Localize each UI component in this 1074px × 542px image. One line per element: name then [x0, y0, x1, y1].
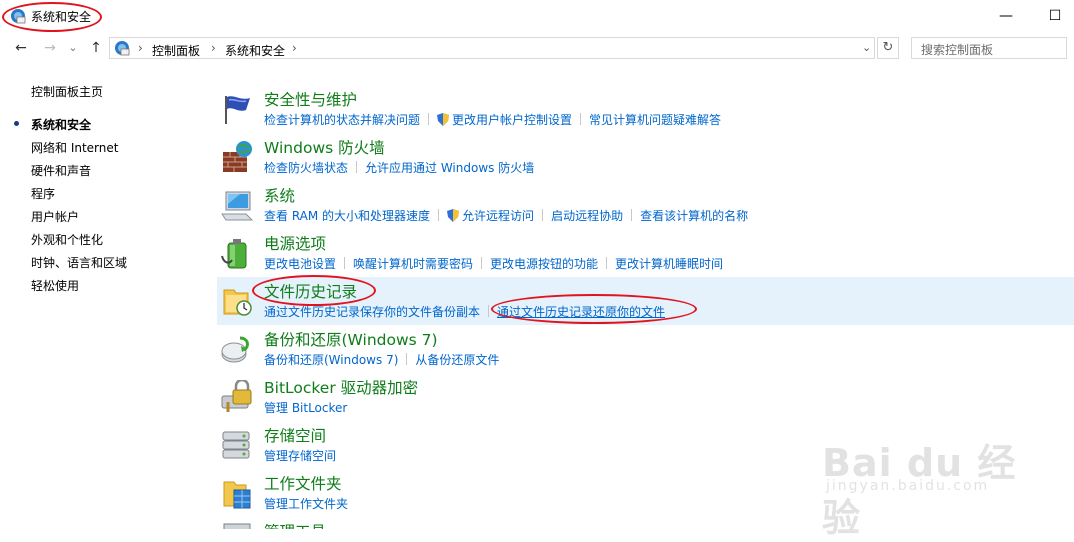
sidebar-item-clock-region[interactable]: 时钟、语言和区域: [31, 254, 127, 271]
category-title[interactable]: Windows 防火墙: [264, 136, 385, 158]
breadcrumb-control-panel[interactable]: 控制面板: [152, 42, 200, 59]
link-troubleshoot[interactable]: 常见计算机问题疑难解答: [589, 113, 721, 127]
back-button[interactable]: ←: [12, 39, 30, 57]
control-panel-icon: [115, 41, 130, 56]
category-title[interactable]: 存储空间: [264, 424, 326, 446]
title-bar: 系统和安全 — ☐: [0, 0, 1074, 32]
bitlocker-icon: [221, 380, 252, 412]
baidu-watermark: Bai du 经验 jingyan.baidu.com: [822, 424, 1032, 540]
window-title: 系统和安全: [31, 10, 92, 24]
address-dropdown-button[interactable]: ⌄: [862, 41, 871, 54]
category-backup-restore: 备份和还原(Windows 7) 备份和还原(Windows 7) 从备份还原文件: [217, 325, 1074, 373]
breadcrumb-separator: ›: [138, 41, 143, 55]
link-divider: [481, 257, 483, 269]
link-divider: [438, 209, 440, 221]
category-power-options: 电源选项 更改电池设置 唤醒计算机时需要密码 更改电源按钮的功能 更改计算机睡眠时间: [217, 229, 1074, 277]
link-save-backup[interactable]: 通过文件历史记录保存你的文件备份副本: [264, 305, 480, 319]
link-divider: [488, 305, 490, 317]
sidebar-item-user-accounts[interactable]: 用户帐户: [31, 208, 79, 225]
link-divider: [580, 113, 582, 125]
link-divider: [428, 113, 430, 125]
watermark-url: jingyan.baidu.com: [826, 478, 990, 494]
breadcrumb-separator: ›: [292, 41, 297, 55]
link-wake-password[interactable]: 唤醒计算机时需要密码: [353, 257, 473, 271]
link-divider: [356, 161, 358, 173]
computer-icon: [221, 191, 254, 221]
sidebar-item-appearance[interactable]: 外观和个性化: [31, 231, 103, 248]
category-security-maintenance: 安全性与维护 检查计算机的状态并解决问题 更改用户帐户控制设置 常见计算机问题疑难解…: [217, 85, 1074, 133]
breadcrumb-separator: ›: [211, 41, 216, 55]
link-check-status[interactable]: 检查计算机的状态并解决问题: [264, 113, 420, 127]
recent-locations-button[interactable]: ⌄: [64, 39, 82, 57]
link-firewall-status[interactable]: 检查防火墙状态: [264, 161, 348, 175]
maximize-button[interactable]: ☐: [1032, 0, 1074, 32]
breadcrumb-system-security[interactable]: 系统和安全: [225, 42, 285, 59]
link-restore-files[interactable]: 通过文件历史记录还原你的文件: [497, 305, 665, 319]
link-uac-settings[interactable]: 更改用户帐户控制设置: [452, 113, 572, 127]
forward-button[interactable]: →: [41, 39, 59, 57]
category-title[interactable]: 备份和还原(Windows 7): [264, 328, 438, 350]
category-file-history: 文件历史记录 通过文件历史记录保存你的文件备份副本 通过文件历史记录还原你的文件: [217, 277, 1074, 325]
link-manage-storage[interactable]: 管理存储空间: [264, 449, 336, 463]
category-title[interactable]: 电源选项: [264, 232, 326, 254]
link-remote-access[interactable]: 允许远程访问: [462, 209, 534, 223]
link-allow-app[interactable]: 允许应用通过 Windows 防火墙: [365, 161, 534, 175]
link-computer-name[interactable]: 查看该计算机的名称: [640, 209, 748, 223]
link-divider: [406, 353, 408, 365]
file-history-icon: [223, 289, 252, 316]
link-power-button[interactable]: 更改电源按钮的功能: [490, 257, 598, 271]
refresh-button[interactable]: ↻: [877, 37, 899, 59]
up-button[interactable]: ↑: [87, 39, 105, 57]
category-title[interactable]: BitLocker 驱动器加密: [264, 376, 418, 398]
category-title[interactable]: 工作文件夹: [264, 472, 342, 494]
link-restore-from-backup[interactable]: 从备份还原文件: [415, 353, 499, 367]
link-divider: [606, 257, 608, 269]
firewall-icon: [223, 141, 252, 172]
link-battery-settings[interactable]: 更改电池设置: [264, 257, 336, 271]
uac-shield-icon: [447, 209, 460, 222]
category-bitlocker: BitLocker 驱动器加密 管理 BitLocker: [217, 373, 1074, 421]
current-item-bullet: [14, 121, 19, 126]
sidebar-item-network[interactable]: 网络和 Internet: [31, 139, 118, 156]
admin-tools-icon: [223, 523, 251, 529]
sidebar-item-hardware[interactable]: 硬件和声音: [31, 162, 91, 179]
link-divider: [631, 209, 633, 221]
search-input[interactable]: 搜索控制面板: [911, 37, 1067, 59]
link-divider: [344, 257, 346, 269]
uac-shield-icon: [437, 113, 450, 126]
link-manage-work-folders[interactable]: 管理工作文件夹: [264, 497, 348, 511]
work-folders-icon: [223, 481, 251, 509]
category-title[interactable]: 文件历史记录: [264, 280, 357, 302]
category-firewall: Windows 防火墙 检查防火墙状态 允许应用通过 Windows 防火墙: [217, 133, 1074, 181]
sidebar-item-system-security[interactable]: 系统和安全: [31, 116, 91, 133]
battery-icon: [221, 239, 247, 269]
category-title[interactable]: 系统: [264, 184, 295, 206]
flag-icon: [225, 96, 250, 124]
category-system: 系统 查看 RAM 的大小和处理器速度 允许远程访问 启动远程协助 查看该计算机的名称: [217, 181, 1074, 229]
sidebar-item-programs[interactable]: 程序: [31, 185, 55, 202]
category-title[interactable]: 管理工具: [264, 520, 326, 529]
link-manage-bitlocker[interactable]: 管理 BitLocker: [264, 401, 347, 415]
link-remote-assistance[interactable]: 启动远程协助: [551, 209, 623, 223]
sidebar-item-home[interactable]: 控制面板主页: [31, 83, 103, 100]
link-sleep-time[interactable]: 更改计算机睡眠时间: [615, 257, 723, 271]
category-title[interactable]: 安全性与维护: [264, 88, 357, 110]
link-ram-speed[interactable]: 查看 RAM 的大小和处理器速度: [264, 209, 430, 223]
address-bar[interactable]: › 控制面板 › 系统和安全 › ⌄: [109, 37, 875, 59]
control-panel-icon: [11, 9, 26, 24]
link-divider: [542, 209, 544, 221]
backup-icon: [221, 336, 249, 363]
minimize-button[interactable]: —: [983, 0, 1029, 32]
sidebar-item-ease-of-access[interactable]: 轻松使用: [31, 277, 79, 294]
storage-icon: [222, 431, 250, 459]
link-backup-restore[interactable]: 备份和还原(Windows 7): [264, 353, 398, 367]
